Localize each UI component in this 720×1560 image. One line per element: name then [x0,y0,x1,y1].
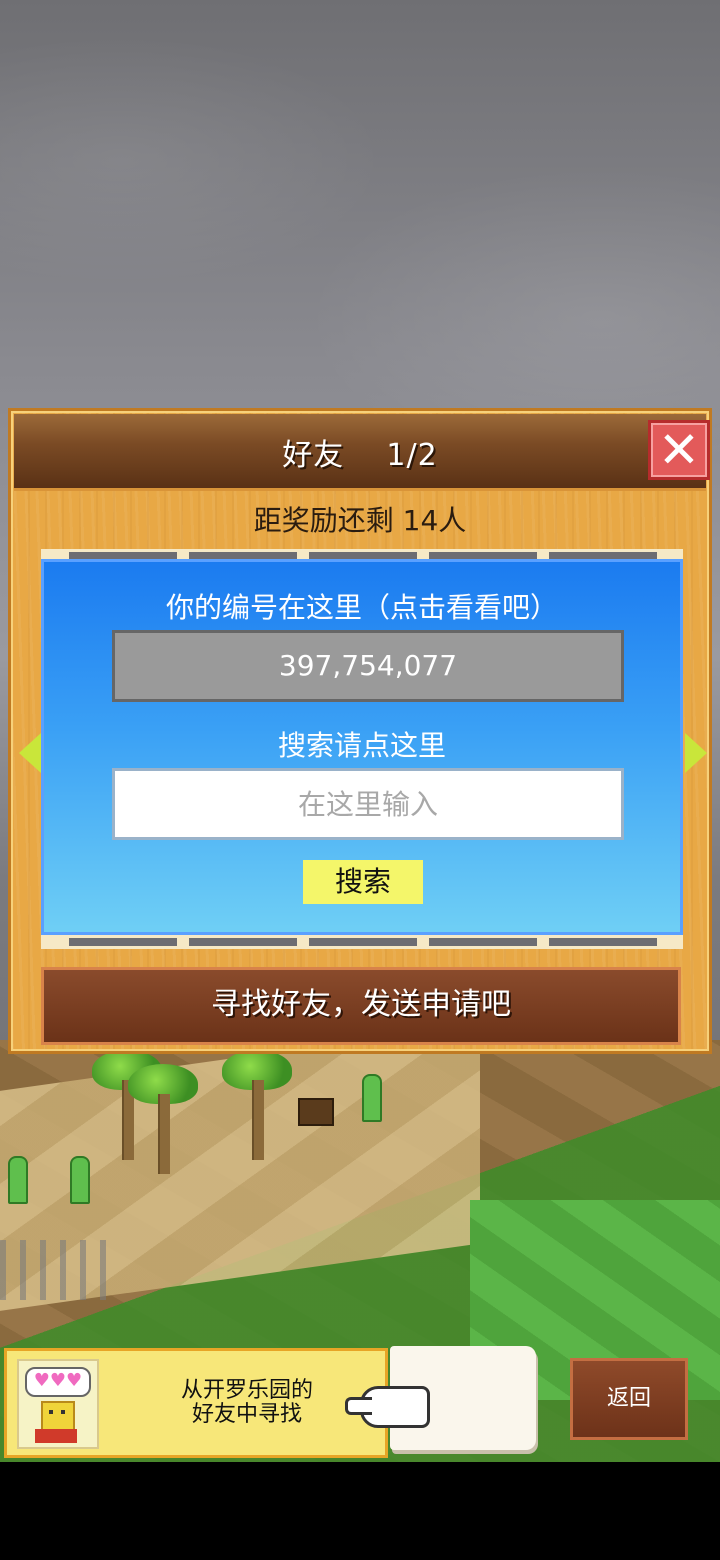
close-x-icon: ✕ [658,421,700,479]
slot-strip-bottom [41,935,683,949]
cactus [362,1074,382,1122]
card-text: 从开罗乐园的 好友中寻找 [147,1379,347,1427]
search-prompt: 搜索请点这里 [277,729,446,762]
palm-tree [222,1050,292,1160]
treasure-chest [298,1098,334,1126]
id-prompt[interactable]: 你的编号在这里（点击看看吧） [44,586,680,626]
arrow-left-icon[interactable] [19,733,41,773]
card-line-1: 从开罗乐园的 [180,1378,313,1403]
robot-icon [41,1401,75,1431]
player-id-display[interactable]: 397,754,077 [112,630,624,702]
cactus [8,1156,28,1204]
friend-id-panel: 你的编号在这里（点击看看吧） 397,754,077 搜索请点这里 搜索 [41,559,683,935]
hearts-bubble: ♥♥♥ [25,1367,91,1397]
reward-countdown: 距奖励还剩 14人 [253,504,467,537]
avatar: ♥♥♥ [17,1359,99,1449]
find-from-cairo-park-card[interactable]: ♥♥♥ 从开罗乐园的 好友中寻找 [4,1348,388,1458]
dialog-title: 好友 1/2 [282,438,438,473]
back-button[interactable]: 返回 [570,1358,688,1440]
friend-search-input[interactable] [112,768,624,840]
robot-body [35,1429,77,1443]
pointing-hand-icon [345,1386,430,1428]
search-button[interactable]: 搜索 [303,860,423,904]
nav-bar-area [0,1462,720,1560]
cactus [70,1156,90,1204]
close-button[interactable]: ✕ [648,420,710,480]
fence [0,1240,120,1300]
arrow-right-icon[interactable] [685,733,707,773]
dialog-title-bar: 好友 1/2 ✕ [14,414,710,491]
palm-tree [128,1064,198,1174]
card-line-2: 好友中寻找 [191,1402,302,1427]
friends-dialog: 好友 1/2 ✕ 距奖励还剩 14人 你的编号在这里（点击看看吧） 397,75… [8,408,712,1054]
find-friends-button[interactable]: 寻找好友，发送申请吧 [41,967,681,1045]
